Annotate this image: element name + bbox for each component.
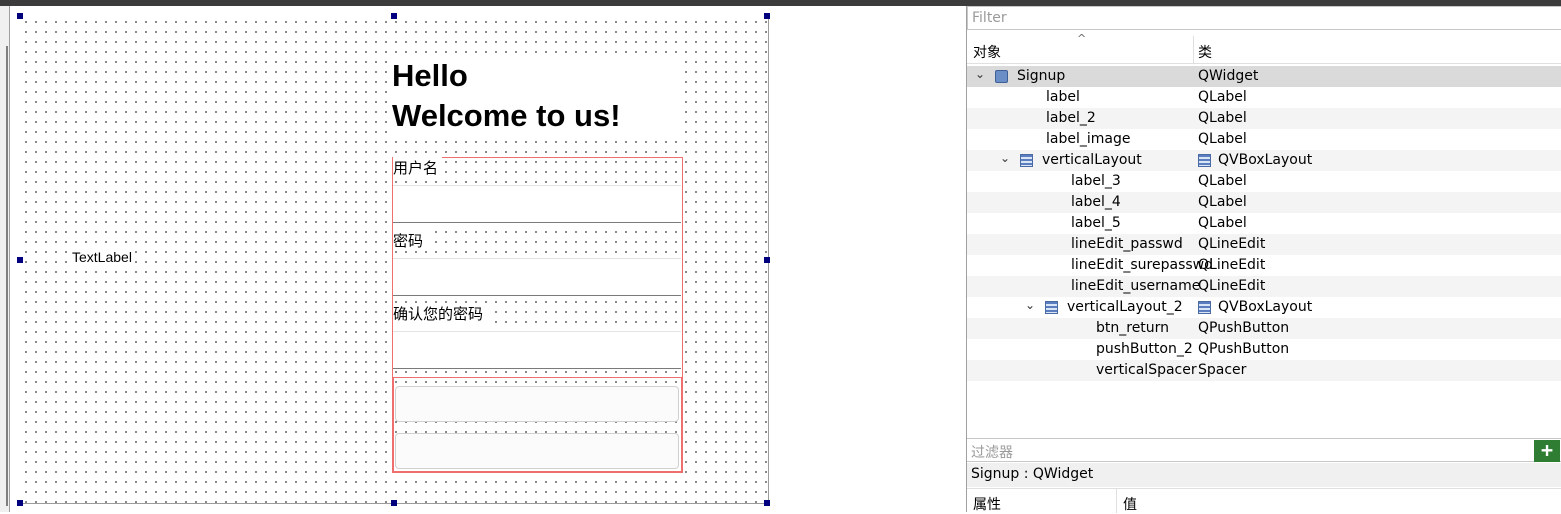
selected-object-caption: Signup : QWidget <box>967 463 1561 487</box>
tree-row-class-name: QLabel <box>1198 173 1247 189</box>
tree-row-object-name: verticalLayout <box>1042 152 1142 168</box>
tree-row-object-name: verticalSpacer <box>1096 362 1197 378</box>
tree-row-class-name: Spacer <box>1198 362 1247 378</box>
property-table-header: 属性 值 <box>967 488 1561 514</box>
resize-handle-left[interactable] <box>17 257 23 263</box>
column-header-property[interactable]: 属性 <box>973 494 1001 514</box>
column-header-object[interactable]: 对象 <box>973 42 1001 62</box>
resize-handle-bottom[interactable] <box>391 500 397 506</box>
column-header-value[interactable]: 值 <box>1123 494 1137 514</box>
tree-row[interactable]: ⌄ verticalLayout_2 QVBoxLayout <box>967 297 1561 318</box>
tree-row-class-name: QLabel <box>1198 89 1247 105</box>
tree-row[interactable]: label_5 QLabel <box>967 213 1561 234</box>
tree-row-object-name: pushButton_2 <box>1096 341 1193 357</box>
tree-row-object-name: label_5 <box>1071 215 1121 231</box>
return-button[interactable] <box>395 386 679 422</box>
tree-row-object-name: Signup <box>1017 68 1066 84</box>
left-scrollbar[interactable] <box>6 46 8 506</box>
column-divider[interactable] <box>1116 489 1117 513</box>
password-input[interactable] <box>393 258 681 296</box>
tree-row[interactable]: label_3 QLabel <box>967 171 1561 192</box>
tree-row[interactable]: lineEdit_surepasswd QLineEdit <box>967 255 1561 276</box>
resize-handle-top[interactable] <box>391 13 397 19</box>
heading-line-hello: Hello <box>392 58 468 93</box>
layout-icon <box>1045 301 1058 314</box>
tree-row-class-name: QLineEdit <box>1198 278 1266 294</box>
tree-row-class-name: QLabel <box>1198 194 1247 210</box>
property-filter-bar: 过滤器 + <box>967 438 1561 462</box>
tree-row-class-name: QPushButton <box>1198 320 1290 336</box>
column-divider[interactable] <box>1193 36 1194 64</box>
username-input[interactable] <box>393 185 681 223</box>
tree-row[interactable]: label_2 QLabel <box>967 108 1561 129</box>
column-header-class[interactable]: 类 <box>1198 42 1212 62</box>
layout-icon <box>1198 154 1211 167</box>
object-tree-header: ^ 对象 类 <box>967 32 1561 64</box>
tree-row-object-name: verticalLayout_2 <box>1067 299 1183 315</box>
tree-row-object-name: label_2 <box>1046 110 1096 126</box>
tree-row-class-name: QLineEdit <box>1198 257 1266 273</box>
username-label[interactable]: 用户名 <box>393 157 443 178</box>
confirm-password-label[interactable]: 确认您的密码 <box>393 303 488 324</box>
tree-row-object-name: label <box>1046 89 1080 105</box>
tree-row-object-name: btn_return <box>1096 320 1170 336</box>
resize-handle-bottom-left[interactable] <box>17 500 23 506</box>
tree-row-class-name: QVBoxLayout <box>1218 299 1313 315</box>
tree-row[interactable]: ⌄ Signup QWidget <box>967 66 1561 87</box>
tree-row-class-name: QLabel <box>1198 131 1247 147</box>
tree-row-class-name: QPushButton <box>1198 341 1290 357</box>
tree-row[interactable]: label_image QLabel <box>967 129 1561 150</box>
tree-row-class-name: QLabel <box>1198 215 1247 231</box>
chevron-down-icon[interactable]: ⌄ <box>1025 298 1035 312</box>
chevron-down-icon[interactable]: ⌄ <box>1000 151 1010 165</box>
tree-row-object-name: lineEdit_surepasswd <box>1071 257 1213 273</box>
tree-row[interactable]: verticalSpacer Spacer <box>967 360 1561 381</box>
layout-icon <box>1020 154 1033 167</box>
tree-row[interactable]: ⌄ verticalLayout QVBoxLayout <box>967 150 1561 171</box>
object-filter-input[interactable]: Filter <box>967 6 1561 30</box>
tree-row-object-name: label_3 <box>1071 173 1121 189</box>
tree-row-class-name: QLabel <box>1198 110 1247 126</box>
tree-row[interactable]: label QLabel <box>967 87 1561 108</box>
sort-indicator-icon: ^ <box>1077 32 1087 45</box>
widget-icon <box>995 70 1008 83</box>
right-dock-panel: Filter ^ 对象 类 ⌄ Signup QWidget label QLabel l… <box>966 6 1561 514</box>
tree-row[interactable]: pushButton_2 QPushButton <box>967 339 1561 360</box>
tree-row-object-name: lineEdit_passwd <box>1071 236 1183 252</box>
property-filter-input[interactable]: 过滤器 <box>971 442 1013 462</box>
tree-row-object-name: label_image <box>1046 131 1131 147</box>
password-label[interactable]: 密码 <box>393 230 428 251</box>
plus-icon[interactable]: + <box>1534 440 1560 462</box>
welcome-heading[interactable]: Hello Welcome to us! <box>392 56 682 136</box>
heading-line-welcome: Welcome to us! <box>392 98 621 133</box>
resize-handle-bottom-right[interactable] <box>764 500 770 506</box>
tree-row[interactable]: label_4 QLabel <box>967 192 1561 213</box>
layout-icon <box>1198 301 1211 314</box>
confirm-password-input[interactable] <box>393 331 681 369</box>
tree-row[interactable]: btn_return QPushButton <box>967 318 1561 339</box>
resize-handle-top-left[interactable] <box>17 13 23 19</box>
form-canvas[interactable]: TextLabel Hello Welcome to us! 用户名 密码 确认… <box>17 13 770 506</box>
push-button-2[interactable] <box>395 433 679 469</box>
text-label-image[interactable]: TextLabel <box>72 249 132 265</box>
resize-handle-right[interactable] <box>764 257 770 263</box>
tree-row-class-name: QLineEdit <box>1198 236 1266 252</box>
tree-row[interactable]: lineEdit_passwd QLineEdit <box>967 234 1561 255</box>
tree-row[interactable]: lineEdit_username QLineEdit <box>967 276 1561 297</box>
tree-row-class-name: QVBoxLayout <box>1218 152 1313 168</box>
left-dock-edge <box>0 6 10 512</box>
resize-handle-top-right[interactable] <box>764 13 770 19</box>
tree-row-object-name: label_4 <box>1071 194 1121 210</box>
tree-row-object-name: lineEdit_username <box>1071 278 1201 294</box>
tree-row-class-name: QWidget <box>1198 68 1259 84</box>
chevron-down-icon[interactable]: ⌄ <box>975 67 985 81</box>
